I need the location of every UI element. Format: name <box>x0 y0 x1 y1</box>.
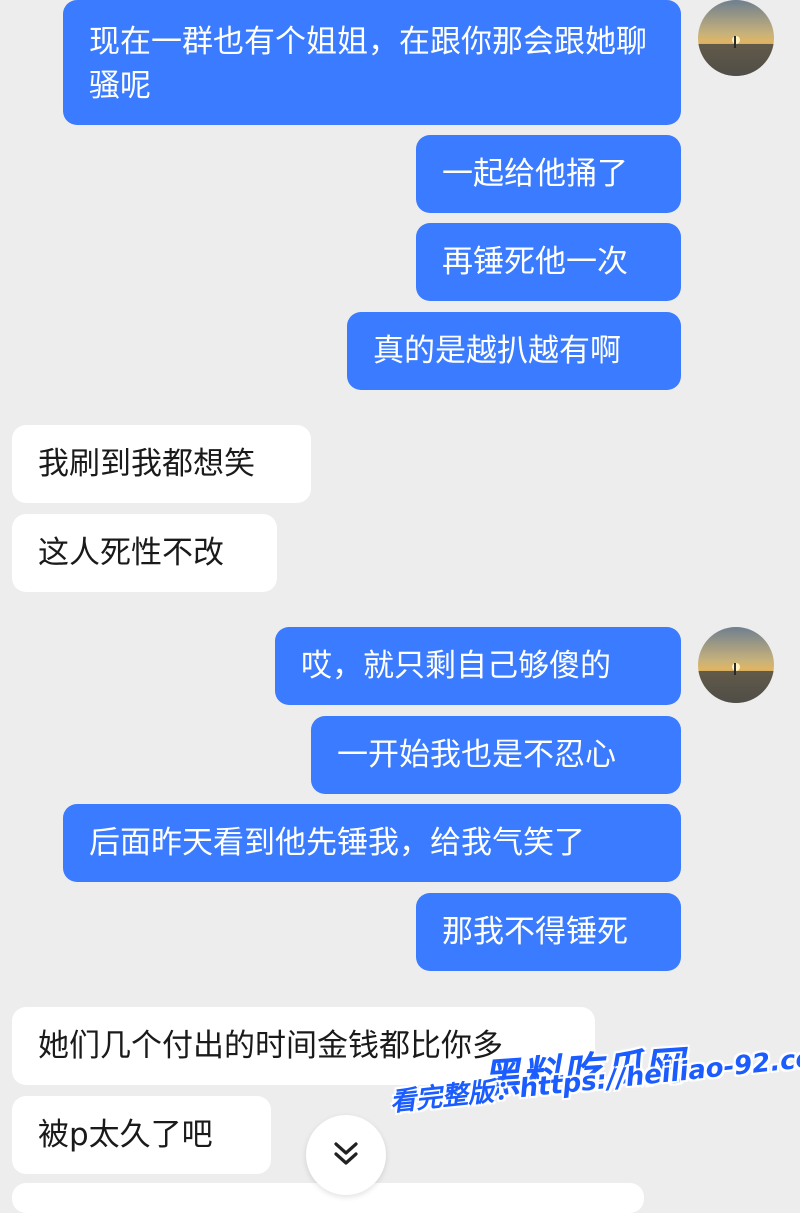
double-chevron-down-icon <box>329 1136 363 1174</box>
sender-avatar-icon[interactable] <box>698 627 774 703</box>
message-bubble-outgoing[interactable]: 真的是越扒越有啊 <box>347 312 681 390</box>
message-bubble-outgoing[interactable]: 后面昨天看到他先锤我，给我气笑了 <box>63 804 681 882</box>
message-bubble-outgoing[interactable]: 现在一群也有个姐姐，在跟你那会跟她聊骚呢 <box>63 0 681 125</box>
message-bubble-outgoing[interactable]: 一起给他捅了 <box>416 135 681 213</box>
message-bubble-outgoing[interactable]: 那我不得锤死 <box>416 893 681 971</box>
scroll-to-bottom-button[interactable] <box>306 1115 386 1195</box>
message-bubble-outgoing[interactable]: 再锤死他一次 <box>416 223 681 301</box>
message-bubble-incoming[interactable]: 我刷到我都想笑 <box>12 425 311 503</box>
message-bubble-incoming[interactable]: 被p太久了吧 <box>12 1096 271 1174</box>
message-bubble-incoming[interactable]: 这人死性不改 <box>12 514 277 592</box>
sender-avatar-icon[interactable] <box>698 0 774 76</box>
message-bubble-outgoing[interactable]: 一开始我也是不忍心 <box>311 716 681 794</box>
message-bubble-outgoing[interactable]: 哎，就只剩自己够傻的 <box>275 627 681 705</box>
